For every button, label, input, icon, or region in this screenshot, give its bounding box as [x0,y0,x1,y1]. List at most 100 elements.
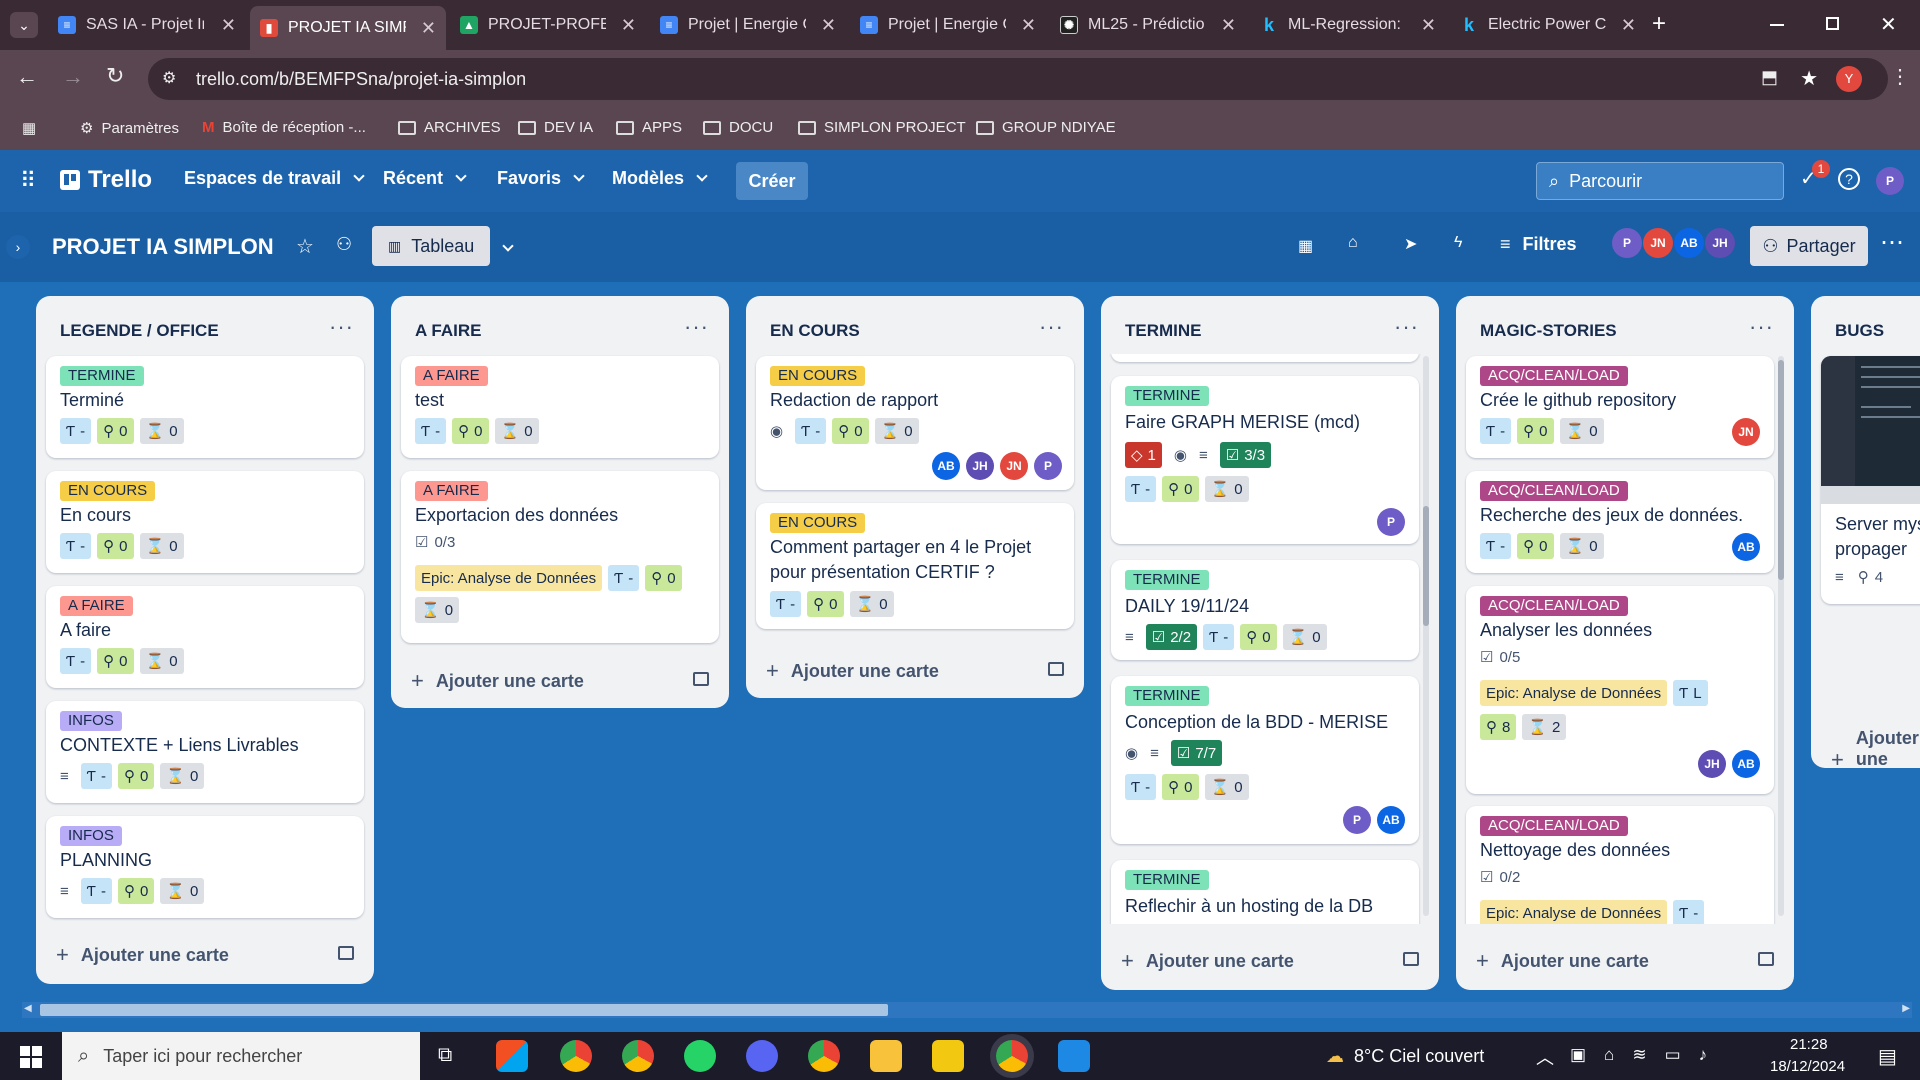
card-template-icon[interactable] [1048,662,1064,676]
browser-menu-icon[interactable]: ⋮ [1890,64,1910,89]
card-member-avatar[interactable]: AB [932,452,960,480]
add-card-button[interactable]: +Ajouter une carte [766,658,939,684]
whatsapp-icon[interactable] [684,1040,716,1072]
card-member-avatar[interactable]: AB [1732,533,1760,561]
minimize-icon[interactable] [1770,24,1784,26]
new-tab-icon[interactable]: + [1652,10,1666,38]
add-card-button[interactable]: +Ajouter une carte [1476,948,1649,974]
board-horizontal-scrollbar[interactable]: ◀ ▶ [22,1002,1912,1018]
card[interactable]: TERMINE Faire GRAPH MERISE (mcd) ◇ 1 ◉ ≡ … [1111,376,1419,544]
browser-tab[interactable]: ▲PROJET-PROFESS✕ [450,8,646,42]
nav-workspaces[interactable]: Espaces de travail [184,168,365,189]
lightning-icon[interactable]: ϟ [1454,234,1462,252]
list-title[interactable]: MAGIC-STORIES [1480,321,1617,341]
tab-search-button[interactable]: ⌄ [10,12,38,38]
scroll-right-icon[interactable]: ▶ [1902,1003,1910,1014]
site-info-icon[interactable]: ⚙ [162,68,176,88]
list-title[interactable]: TERMINE [1125,321,1202,341]
bookmark-folder[interactable]: APPS [616,119,682,136]
list-menu-icon[interactable]: ··· [1394,314,1419,340]
trello-logo[interactable]: Trello [60,166,152,194]
bookmark-folder[interactable]: ARCHIVES [398,119,501,136]
card-template-icon[interactable] [338,946,354,960]
card-member-avatar[interactable]: JH [1698,750,1726,778]
list-scrollbar[interactable] [1778,356,1784,916]
close-tab-icon[interactable]: ✕ [621,15,636,36]
install-app-icon[interactable]: ⬒ [1761,67,1778,88]
card-member-avatar[interactable]: AB [1377,806,1405,834]
visibility-icon[interactable]: ⚇ [336,234,352,255]
card[interactable]: A FAIRE Exportacion des données ☑ 0/3 Epi… [401,471,719,643]
card[interactable]: TERMINE Conception de la BDD - MERISE ◉ … [1111,676,1419,844]
close-window-icon[interactable]: ✕ [1880,12,1897,37]
list-title[interactable]: EN COURS [770,321,860,341]
tray-chevron-icon[interactable]: ︿ [1536,1044,1554,1070]
card-member-avatar[interactable]: P [1343,806,1371,834]
discord-icon[interactable] [746,1040,778,1072]
clock-date[interactable]: 18/12/2024 [1770,1058,1845,1075]
notification-center-icon[interactable]: ▤ [1878,1044,1897,1069]
weather-widget[interactable]: ☁ 8°C Ciel couvert [1326,1046,1484,1067]
card-template-icon[interactable] [693,672,709,686]
help-icon[interactable]: ? [1838,168,1860,190]
bookmark-settings[interactable]: ⚙ Paramètres [80,119,179,138]
card[interactable]: ACQ/CLEAN/LOAD Analyser les données ☑ 0/5… [1466,586,1774,794]
apps-grid-icon[interactable]: ▦ [22,119,36,137]
board-member-avatar[interactable]: AB [1674,228,1704,258]
forward-icon[interactable]: → [62,64,84,90]
card-template-icon[interactable] [1403,952,1419,966]
reload-icon[interactable]: ↻ [106,63,124,89]
close-tab-icon[interactable]: ✕ [421,18,436,39]
card[interactable]: TERMINE Terminé Ƭ- ⚲ 0 ⌛ 0 [46,356,364,458]
scroll-left-icon[interactable]: ◀ [24,1003,32,1014]
profile-avatar[interactable]: Y [1836,66,1862,92]
list-title[interactable]: A FAIRE [415,321,481,341]
browser-tab[interactable]: ✺ ML25 - Prédictio ✕ [1050,8,1246,42]
chrome-icon[interactable] [560,1040,592,1072]
browser-tab[interactable]: ≡ SAS IA - Projet Ir ✕ [48,8,246,42]
close-tab-icon[interactable]: ✕ [821,15,836,36]
scrollbar-thumb[interactable] [40,1004,888,1016]
close-tab-icon[interactable]: ✕ [1021,15,1036,36]
butler-icon[interactable]: ▦ [1298,236,1313,256]
card[interactable]: EN COURS En cours Ƭ- ⚲ 0 ⌛ 0 [46,471,364,573]
card[interactable]: INFOS PLANNING ≡ Ƭ- ⚲ 0 ⌛ 0 [46,816,364,918]
card[interactable]: Server mys propager ≡ ⚲ 4 [1821,356,1920,604]
windows-start-icon[interactable] [20,1046,42,1068]
browser-tab-active[interactable]: ▮PROJET IA SIMPL✕ [250,6,446,50]
card-template-icon[interactable] [1758,952,1774,966]
user-avatar[interactable]: P [1876,167,1904,195]
add-card-button[interactable]: +Ajouter une carte [56,942,229,968]
board-member-avatar[interactable]: JH [1705,228,1735,258]
list-scrollbar[interactable] [1423,356,1429,916]
powerups-icon[interactable]: ⌂ [1348,234,1358,252]
back-icon[interactable]: ← [16,64,38,90]
list-menu-icon[interactable]: ··· [329,314,354,340]
tray-icons[interactable]: ▣⌂≋▭♪ [1570,1045,1725,1065]
star-board-icon[interactable]: ☆ [296,234,314,259]
list-menu-icon[interactable]: ··· [1039,314,1064,340]
share-button[interactable]: ⚇ Partager [1750,226,1868,266]
card-member-avatar[interactable]: P [1377,508,1405,536]
store-icon[interactable] [496,1040,528,1072]
card[interactable]: EN COURS Redaction de rapport ◉ Ƭ- ⚲ 0 ⌛ 0… [756,356,1074,490]
create-button[interactable]: Créer [736,162,808,200]
browser-tab[interactable]: k ML-Regression: l ✕ [1250,8,1446,42]
bookmark-star-icon[interactable]: ★ [1800,66,1818,91]
automation-icon[interactable]: ➤ [1404,234,1417,254]
bookmark-gmail[interactable]: M Boîte de réception -... [202,119,366,136]
chrome-active-icon[interactable] [996,1040,1028,1072]
card-member-avatar[interactable]: JH [966,452,994,480]
card[interactable]: ACQ/CLEAN/LOAD Crée le github repository… [1466,356,1774,458]
card[interactable]: ACQ/CLEAN/LOAD Nettoyage des données ☑ 0/… [1466,806,1774,924]
nav-starred[interactable]: Favoris [497,168,585,189]
list-scroll-area[interactable]: ACQ/CLEAN/LOAD Crée le github repository… [1456,354,1794,924]
board-member-avatar[interactable]: P [1612,228,1642,258]
card[interactable]: TERMINE Reflechir à un hosting de la DB [1111,860,1419,924]
card[interactable]: EN COURS Comment partager en 4 le Projet… [756,503,1074,629]
board-title[interactable]: PROJET IA SIMPLON [52,234,274,260]
nav-recent[interactable]: Récent [383,168,467,189]
close-tab-icon[interactable]: ✕ [1221,15,1236,36]
chrome-icon[interactable] [808,1040,840,1072]
chrome-profile-icon[interactable] [622,1040,654,1072]
